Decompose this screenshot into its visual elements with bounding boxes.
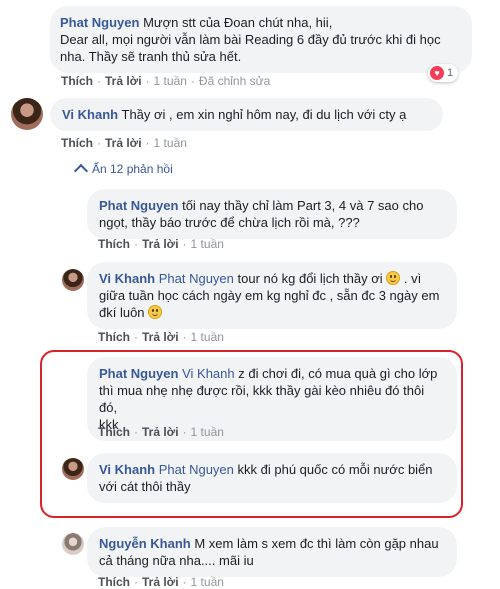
timestamp[interactable]: 1 tuần	[191, 575, 224, 589]
mention-tag[interactable]: Vi Khanh	[182, 366, 235, 381]
chevron-up-icon	[73, 163, 89, 179]
comment-text: nha. Thầy sẽ tranh thủ sửa hết.	[60, 49, 242, 64]
avatar[interactable]	[62, 458, 84, 480]
like-link[interactable]: Thích	[98, 237, 130, 251]
hide-replies-label: Ẩn 12 phản hồi	[92, 162, 173, 176]
avatar[interactable]	[62, 269, 84, 291]
reply-bubble: Nguyễn Khanh M xem làm s xem đc thì làm …	[87, 527, 457, 577]
reply-text: tối nay thầy chỉ làm Part 3, 4 và 7 sao …	[182, 198, 424, 213]
comment-text: Thầy ơi , em xin nghỉ hôm nay, đi du lịc…	[121, 107, 407, 122]
reply-author[interactable]: Nguyễn Khanh	[99, 536, 191, 551]
like-link[interactable]: Thích	[98, 575, 130, 589]
reaction-count: 1	[447, 67, 454, 79]
timestamp[interactable]: 1 tuần	[154, 136, 187, 150]
like-link[interactable]: Thích	[98, 425, 130, 439]
comment-bubble: Vi Khanh Thầy ơi , em xin nghỉ hôm nay, …	[50, 98, 443, 131]
reply-bubble: Phat Nguyen tối nay thầy chỉ làm Part 3,…	[87, 189, 457, 239]
reply-author[interactable]: Phat Nguyen	[99, 366, 178, 381]
reply-text: thì mua nhẹ nhẹ được rồi, kkk thầy gài k…	[99, 383, 425, 415]
reply-text: giữa tuần học cách ngày em kg nghỉ đc , …	[99, 288, 440, 303]
reply-text: với cát thôi thầy	[99, 479, 191, 494]
reply-link[interactable]: Trả lời	[105, 74, 142, 88]
avatar[interactable]	[11, 98, 43, 130]
reply-link[interactable]: Trả lời	[142, 575, 179, 589]
comment-author[interactable]: Phat Nguyen	[60, 15, 139, 30]
reply-text: z đi chơi đi, có mua quà gì cho lớp	[238, 366, 438, 381]
timestamp[interactable]: 1 tuần	[191, 330, 224, 344]
timestamp[interactable]: 1 tuần	[191, 425, 224, 439]
reply-text: kkk đi phú quốc có mỗi nước biển	[237, 462, 433, 477]
reply-bubble: Vi Khanh Phat Nguyen kkk đi phú quốc có …	[87, 453, 457, 503]
reply-text: ngọt, thầy báo trước để chừa lịch rồi mà…	[99, 215, 360, 230]
reply-text: đkí luôn	[99, 305, 145, 320]
reply-link[interactable]: Trả lời	[142, 425, 179, 439]
comment-text: Dear all, mọi người vẫn làm bài Reading …	[60, 32, 441, 47]
reply-author[interactable]: Phat Nguyen	[99, 198, 178, 213]
mention-tag[interactable]: Phat Nguyen	[159, 462, 234, 477]
avatar[interactable]	[62, 533, 84, 555]
reply-actions: Thích · Trả lời · 1 tuần	[98, 425, 224, 439]
timestamp[interactable]: 1 tuần	[154, 74, 187, 88]
reply-author[interactable]: Vi Khanh	[99, 462, 155, 477]
hide-replies-toggle[interactable]: Ẩn 12 phản hồi	[73, 162, 173, 179]
comment-bubble: Phat Nguyen Mượn stt của Đoan chút nha, …	[50, 6, 472, 73]
reaction-count-pill[interactable]: ♥ 1	[428, 64, 459, 82]
reply-link[interactable]: Trả lời	[142, 237, 179, 251]
reply-author[interactable]: Vi Khanh	[99, 271, 155, 286]
reply-bubble: Vi Khanh Phat Nguyen tour nó kg đổi lịch…	[87, 262, 457, 329]
confused-face-emoji	[386, 271, 401, 285]
reply-link[interactable]: Trả lời	[142, 330, 179, 344]
reply-actions: Thích · Trả lời · 1 tuần	[98, 237, 224, 251]
like-link[interactable]: Thích	[61, 136, 93, 150]
reply-text: tour nó kg đổi lịch thầy ơi	[237, 271, 383, 286]
comment-author[interactable]: Vi Khanh	[62, 107, 118, 122]
heart-reaction-icon: ♥	[430, 66, 444, 80]
reply-text: . vì	[403, 271, 422, 286]
mention-tag[interactable]: Phat Nguyen	[159, 271, 234, 286]
reply-link[interactable]: Trả lời	[105, 136, 142, 150]
reply-text: M xem làm s xem đc thì làm còn gặp nhau	[194, 536, 439, 551]
comment-actions: Thích · Trả lời · 1 tuần · Đã chỉnh sửa	[61, 74, 271, 88]
edited-label: Đã chỉnh sửa	[198, 74, 271, 88]
reply-text: cả tháng nữa nha.... mãi iu	[99, 553, 254, 568]
reply-actions: Thích · Trả lời · 1 tuần	[98, 575, 224, 589]
timestamp[interactable]: 1 tuần	[191, 237, 224, 251]
comment-actions: Thích · Trả lời · 1 tuần	[61, 136, 187, 150]
comment-text: Mượn stt của Đoan chút nha, hii,	[143, 15, 333, 30]
like-link[interactable]: Thích	[61, 74, 93, 88]
confused-face-emoji	[148, 305, 163, 319]
like-link[interactable]: Thích	[98, 330, 130, 344]
reply-actions: Thích · Trả lời · 1 tuần	[98, 330, 224, 344]
